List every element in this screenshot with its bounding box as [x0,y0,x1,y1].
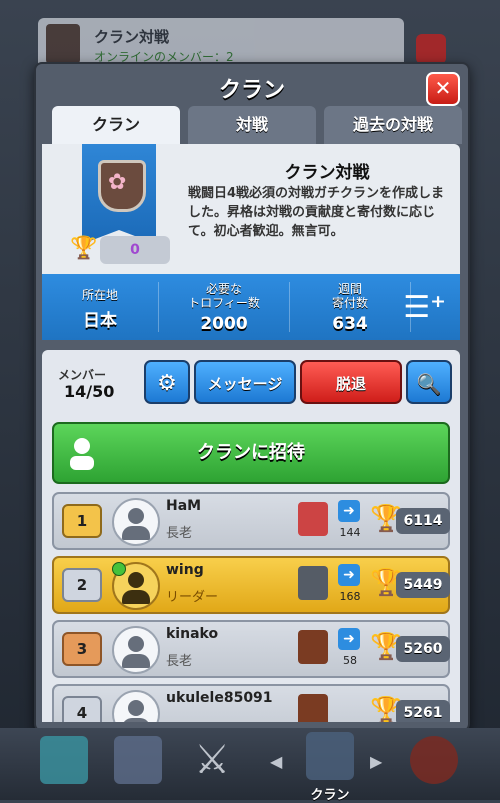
clan-shield-icon [306,732,354,780]
member-name: kinako [166,626,219,642]
clan-stats: 所在地 日本 必要な トロフィー数 2000 週間 寄付数 634 ☰⁺ [42,274,460,340]
tab-war[interactable]: 対戦 [188,106,316,144]
nav-shop[interactable] [30,728,100,800]
member-row[interactable]: 1 HaM 長老 ➜ 144 🏆 6114 [52,492,450,550]
chevron-right-icon[interactable]: ▶ [370,752,382,771]
person-icon [70,438,94,470]
member-donations: 144 [339,526,361,539]
stat-required-trophies: 必要な トロフィー数 2000 [159,274,289,340]
member-role: リーダー [166,590,219,605]
close-button[interactable]: ✕ [426,72,460,106]
donation-icon: ➜ [338,564,360,586]
invite-button[interactable]: クランに招待 [52,422,450,484]
avatar [112,626,160,674]
member-role: 長老 [166,654,193,669]
stat-value: 2000 [200,314,248,334]
members-count: 14/50 [64,382,115,401]
tournament-badge-icon [410,736,458,784]
invite-label: クランに招待 [197,442,305,463]
nav-tournament[interactable] [400,728,470,800]
stat-label: 所在地 [81,288,118,302]
message-button[interactable]: メッセージ [194,360,296,404]
member-trophies: 6114 [396,508,450,534]
tab-bar: クラン 対戦 過去の対戦 [52,106,462,144]
background-close-icon [416,34,446,64]
arena-badge-icon [298,566,328,600]
nav-cards[interactable] [104,728,174,800]
member-trophies: 5449 [396,572,450,598]
member-rank: 4 [62,696,102,722]
member-name: ukulele85091 [166,690,273,706]
search-button[interactable]: 🔍 [406,360,452,404]
bottom-nav: ⚔ ◀ クラン ▶ [0,728,500,803]
member-row[interactable]: 4 ukulele85091 🏆 5261 [52,684,450,722]
clan-panel: クラン ✕ クラン 対戦 過去の対戦 ✿ 🏆 0 クラン対戦 戦闘日4戦必須の対… [34,62,470,732]
arena-badge-icon [298,502,328,536]
members-label: メンバー [58,368,107,382]
menu-plus-icon[interactable]: ☰⁺ [403,290,446,325]
member-rank: 2 [62,568,102,602]
arena-badge-icon [298,630,328,664]
avatar [112,498,160,546]
member-rank: 1 [62,504,102,538]
nav-active-label: クラン [310,788,350,803]
stat-location: 所在地 日本 [42,274,158,340]
clan-name: クラン対戦 [284,163,370,183]
arena-badge-icon [298,694,328,722]
stat-label: 週間 寄付数 [331,282,368,310]
stat-value: 日本 [83,311,117,331]
settings-button[interactable]: ⚙ [144,360,190,404]
stat-value: 634 [332,314,368,334]
donation-icon: ➜ [338,500,360,522]
background-card-title: クラン対戦 [94,28,170,46]
member-donations: 168 [339,590,361,603]
cards-icon [114,736,162,784]
search-icon: 🔍 [416,372,442,396]
member-trophies: 5260 [396,636,450,662]
tab-past-wars[interactable]: 過去の対戦 [324,106,462,144]
stat-weekly-donations: 週間 寄付数 634 [290,274,410,340]
member-row[interactable]: 3 kinako 長老 ➜ 58 🏆 5260 [52,620,450,678]
war-trophy-count: 0 [100,236,170,264]
member-name: wing [166,562,204,578]
gear-icon: ⚙ [157,371,177,396]
member-name: HaM [166,498,202,514]
war-trophy-icon: 🏆 [70,236,98,261]
panel-title: クラン [218,78,285,103]
member-row[interactable]: 2 wing リーダー ➜ 168 🏆 5449 [52,556,450,614]
members-area: メンバー 14/50 ⚙ メッセージ 脱退 🔍 クランに招待 1 HaM 長老 … [42,350,460,722]
leave-button[interactable]: 脱退 [300,360,402,404]
donation-icon: ➜ [338,628,360,650]
stat-label: 必要な トロフィー数 [188,282,260,310]
online-indicator [112,562,126,576]
member-role: 長老 [166,526,193,541]
crossed-swords-icon: ⚔ [194,737,230,783]
clan-badge-icon [46,24,80,64]
chevron-left-icon[interactable]: ◀ [270,752,282,771]
clan-description: 戦闘日4戦必須の対戦ガチクランを作成しました。昇格は対戦の貢献度と寄付数に応じて… [188,186,445,239]
member-rank: 3 [62,632,102,666]
cherry-blossom-icon: ✿ [108,170,127,195]
chest-icon [40,736,88,784]
avatar [112,690,160,722]
clan-info: ✿ 🏆 0 クラン対戦 戦闘日4戦必須の対戦ガチクランを作成しました。昇格は対戦… [42,144,460,274]
nav-battle[interactable]: ⚔ [178,728,248,800]
tab-clan[interactable]: クラン [52,106,180,144]
member-trophies: 5261 [396,700,450,722]
member-donations: 58 [343,654,357,667]
